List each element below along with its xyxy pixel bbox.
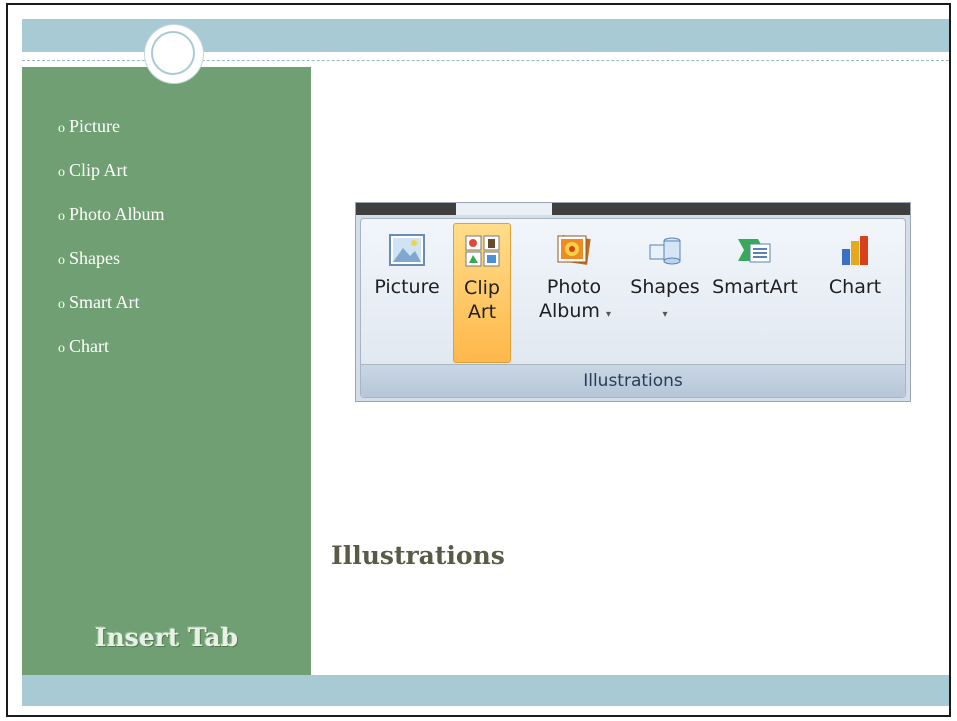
clip-art-icon [463,234,501,268]
clip-art-button[interactable]: Clip Art [453,223,511,363]
list-item: o Picture [58,115,165,159]
bottom-band [22,675,949,706]
ribbon-label: SmartArt [712,276,798,298]
sidebar-footer-title: Insert Tab [94,623,239,652]
ribbon-label: Picture [374,276,440,298]
ribbon-active-tab [456,203,552,215]
shapes-icon [646,233,684,267]
ribbon-label: Photo [546,276,602,298]
list-item-label: Smart Art [69,292,140,312]
photo-album-icon [555,233,593,267]
smartart-icon [736,233,774,267]
bullet-icon: o [58,297,65,312]
chevron-down-icon[interactable]: ▾ [606,309,611,320]
list-item: o Clip Art [58,159,165,203]
ribbon-group-label: Illustrations [361,364,905,397]
ribbon-group-illustrations: Picture Clip Art Photo Album ▾ Shapes ▾ … [360,218,906,398]
decorative-circle-inner [151,31,195,75]
section-title: Illustrations [331,541,505,570]
bullet-icon: o [58,121,65,136]
picture-icon [388,233,426,267]
list-item: o Smart Art [58,291,165,335]
list-item-label: Chart [69,336,109,356]
list-item-label: Picture [69,116,120,136]
ribbon-screenshot: Picture Clip Art Photo Album ▾ Shapes ▾ … [355,202,911,402]
chart-button[interactable]: Chart [819,223,891,363]
photo-album-button[interactable]: Photo Album ▾ [539,223,611,363]
chart-icon [836,233,874,267]
bullet-icon: o [58,341,65,356]
ribbon-label: Shapes [630,276,700,298]
ribbon-label: Chart [828,276,882,298]
slide: o Picture o Clip Art o Photo Album o Shapes … [22,19,949,706]
ribbon-label-text: Album [539,300,600,322]
list-item-label: Photo Album [69,204,165,224]
ribbon-tab-strip [356,203,910,215]
chevron-down-icon[interactable]: ▾ [662,309,667,320]
ribbon-label: ▾ [627,299,703,327]
list-item-label: Shapes [69,248,120,268]
bullet-icon: o [58,209,65,224]
shapes-button[interactable]: Shapes ▾ [627,223,703,363]
ribbon-label: Album ▾ [539,299,611,327]
smartart-button[interactable]: SmartArt [709,223,801,363]
bullet-list: o Picture o Clip Art o Photo Album o Shapes … [58,115,165,379]
picture-button[interactable]: Picture [369,223,445,363]
ribbon-label: Clip [464,277,500,299]
ribbon-label: Art [467,301,497,323]
bullet-icon: o [58,165,65,180]
bullet-icon: o [58,253,65,268]
list-item: o Photo Album [58,203,165,247]
list-item: o Chart [58,335,165,379]
list-item-label: Clip Art [69,160,128,180]
list-item: o Shapes [58,247,165,291]
